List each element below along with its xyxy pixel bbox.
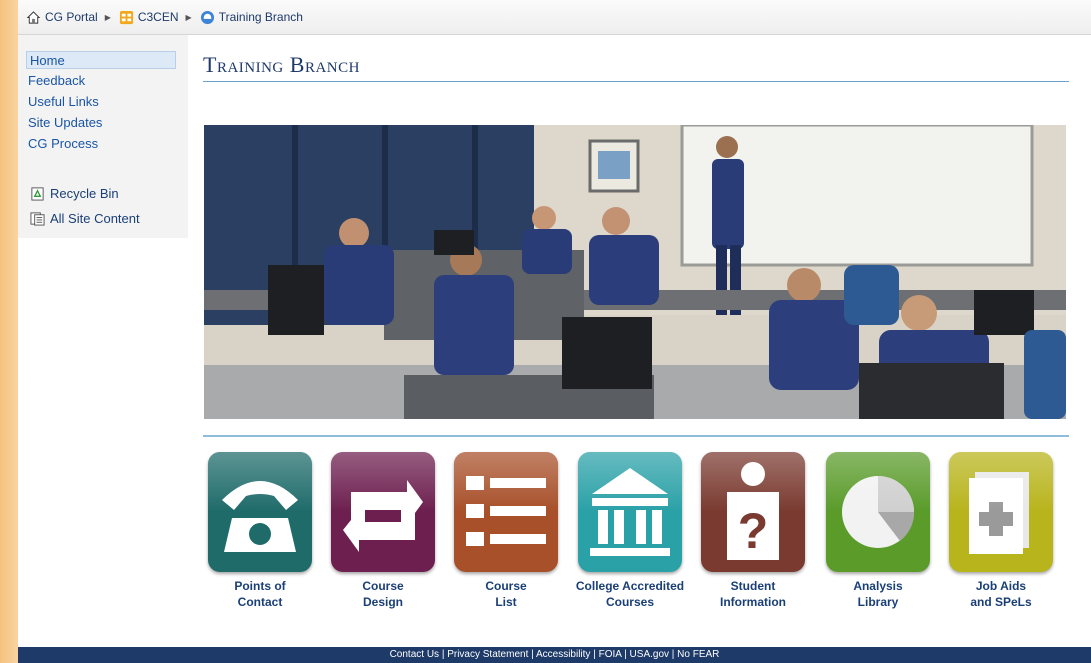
cycle-arrows-icon [343, 480, 423, 552]
add-document-icon [969, 472, 1029, 554]
home-icon [26, 10, 41, 24]
page-margin [0, 0, 18, 663]
section-divider [203, 435, 1069, 437]
site-icon [119, 10, 133, 24]
tile-course-list[interactable] [454, 452, 558, 572]
quick-launch-sidebar: Home Feedback Useful Links Site Updates … [18, 35, 188, 238]
telephone-icon [222, 481, 298, 552]
recycle-bin-icon [31, 187, 44, 201]
sidebar-item-feedback[interactable]: Feedback [28, 73, 85, 88]
footer-bar: Contact Us | Privacy Statement | Accessi… [18, 647, 1091, 663]
sidebar-item-label: Recycle Bin [50, 186, 119, 201]
page-title: Training Branch [203, 52, 360, 77]
tile-label-line: Library [857, 595, 899, 609]
breadcrumb: CG Portal ▶ C3CEN ▶ Training Branch [18, 0, 1091, 35]
tile-label-college-accredited-courses[interactable]: College Accredited Courses [565, 578, 695, 610]
footer-link-contact-us[interactable]: Contact Us [390, 649, 439, 660]
breadcrumb-training-branch[interactable]: Training Branch [192, 10, 303, 25]
sidebar-item-site-updates[interactable]: Site Updates [28, 115, 102, 130]
sidebar-item-useful-links[interactable]: Useful Links [28, 94, 99, 109]
tile-label-line: Design [362, 595, 403, 609]
tile-label-line: Points of [234, 579, 286, 593]
hero-classroom-photo [204, 125, 1066, 419]
tile-label-line: and SPeLs [970, 595, 1032, 609]
sidebar-item-label: All Site Content [50, 211, 140, 226]
tile-label-points-of-contact[interactable]: Points of Contact [195, 578, 325, 610]
tile-course-design[interactable] [331, 452, 435, 572]
tile-job-aids-and-spels[interactable] [949, 452, 1053, 572]
tile-label-student-information[interactable]: Student Information [688, 578, 818, 610]
tile-label-line: Course [362, 579, 404, 593]
breadcrumb-c3cen[interactable]: C3CEN ▶ [111, 10, 192, 25]
breadcrumb-cg-portal[interactable]: CG Portal ▶ [18, 10, 111, 25]
tile-label-line: Job Aids [975, 579, 1027, 593]
tile-label-course-design[interactable]: Course Design [318, 578, 448, 610]
tile-points-of-contact[interactable] [208, 452, 312, 572]
institution-icon [590, 468, 670, 556]
tile-label-line: List [495, 595, 517, 609]
tile-label-line: Student [730, 579, 776, 593]
tile-label-line: College Accredited [575, 579, 685, 593]
sidebar-item-cg-process[interactable]: CG Process [28, 136, 98, 151]
tile-label-line: Courses [605, 595, 655, 609]
footer-link-privacy-statement[interactable]: Privacy Statement [447, 649, 528, 660]
tile-student-information[interactable]: ? [701, 452, 805, 572]
footer-link-usa-gov[interactable]: USA.gov [630, 649, 669, 660]
tile-label-line: Information [720, 595, 786, 609]
tile-label-job-aids-and-spels[interactable]: Job Aids and SPeLs [936, 578, 1066, 610]
page-container: CG Portal ▶ C3CEN ▶ Training Branch Home… [18, 0, 1091, 663]
list-icon [466, 476, 546, 546]
title-divider [203, 81, 1069, 82]
site-content-icon [30, 212, 45, 226]
tile-label-line: Contact [237, 595, 283, 609]
web-page-icon [200, 10, 214, 24]
tile-label-course-list[interactable]: Course List [441, 578, 571, 610]
footer-link-foia[interactable]: FOIA [599, 649, 622, 660]
breadcrumb-label: Training Branch [218, 10, 303, 24]
sidebar-item-recycle-bin[interactable]: Recycle Bin [30, 186, 119, 201]
sidebar-item-all-site-content[interactable]: All Site Content [30, 211, 140, 226]
tile-college-accredited-courses[interactable] [578, 452, 682, 572]
question-badge-icon: ? [727, 462, 779, 560]
pie-chart-icon [842, 476, 915, 548]
breadcrumb-label: CG Portal [45, 10, 98, 24]
sidebar-item-home[interactable]: Home [26, 51, 176, 69]
tile-label-line: Course [485, 579, 527, 593]
tile-label-line: Analysis [853, 579, 903, 593]
svg-text:?: ? [738, 503, 769, 559]
footer-link-no-fear[interactable]: No FEAR [677, 649, 719, 660]
breadcrumb-label: C3CEN [137, 10, 179, 24]
tile-label-analysis-library[interactable]: Analysis Library [813, 578, 943, 610]
footer-link-accessibility[interactable]: Accessibility [536, 649, 590, 660]
tile-analysis-library[interactable] [826, 452, 930, 572]
